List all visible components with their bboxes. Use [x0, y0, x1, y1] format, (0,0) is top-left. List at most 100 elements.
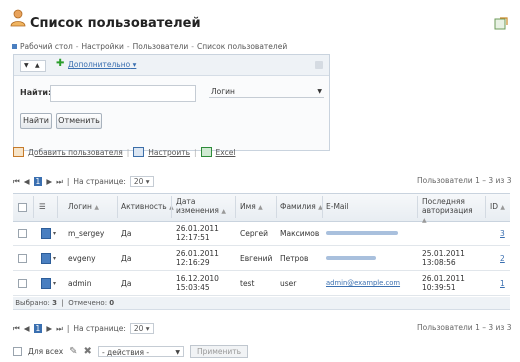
select-all-checkbox[interactable] — [18, 203, 27, 212]
edit-icon[interactable]: ✎ — [69, 346, 77, 357]
row-checkbox[interactable] — [18, 254, 27, 263]
cell-id[interactable]: 2 — [500, 254, 505, 263]
cell-id[interactable]: 1 — [500, 279, 505, 288]
column-active[interactable]: Активность ▲ — [121, 202, 174, 212]
column-surname[interactable]: Фамилия ▲ — [280, 202, 323, 212]
cell-login: admin — [68, 279, 92, 288]
breadcrumb-item: Список пользователей — [196, 42, 288, 51]
pager-top: ⏮ ◀ 1 ▶ ⏭ | На странице: 20 ▾ — [13, 176, 154, 187]
table-row[interactable]: ▾ evgeny Да 26.01.2011 12:16:29 Евгений … — [13, 246, 510, 271]
cell-active: Да — [121, 254, 132, 263]
column-name[interactable]: Имя ▲ — [240, 202, 263, 212]
cell-login: evgeny — [68, 254, 96, 263]
breadcrumb-item[interactable]: Пользователи — [133, 42, 189, 51]
cell-last-auth: 25.01.2011 13:08:56 — [422, 249, 465, 267]
breadcrumb-icon — [12, 44, 17, 49]
find-button[interactable]: Найти — [20, 113, 52, 129]
cell-login: m_sergey — [68, 229, 105, 238]
cell-id[interactable]: 3 — [500, 229, 505, 238]
user-icon — [41, 253, 51, 264]
extra-filter-link[interactable]: Дополнительно ▾ — [68, 60, 136, 69]
plus-icon[interactable]: ✚ — [56, 59, 64, 69]
per-page-select[interactable]: 20 ▾ — [129, 176, 154, 187]
excel-icon — [200, 147, 212, 157]
pager-info: Пользователи 1 – 3 из 3 — [417, 323, 512, 332]
chevron-down-icon: ▼ — [24, 62, 29, 69]
cell-email-redacted — [326, 256, 376, 260]
cell-email[interactable]: admin@example.com — [326, 279, 400, 288]
breadcrumb-item[interactable]: Настройки — [82, 42, 124, 51]
cell-name: test — [240, 279, 255, 288]
cell-active: Да — [121, 229, 132, 238]
selection-summary: Выбрано: 3 | Отмечено: 0 — [13, 297, 510, 310]
export-icon[interactable] — [494, 16, 508, 30]
next-page-icon[interactable]: ▶ — [46, 324, 52, 333]
row-menu-icon[interactable]: ▾ — [53, 255, 56, 262]
add-user-button[interactable]: Добавить пользователя — [28, 148, 123, 157]
user-icon — [41, 228, 51, 239]
last-page-icon[interactable]: ⏭ — [56, 177, 63, 187]
cell-surname: Петров — [280, 254, 309, 263]
breadcrumb-item[interactable]: Рабочий стол — [20, 42, 73, 51]
action-bar: Добавить пользователя | Настроить | Exce… — [13, 147, 235, 157]
page-title: Список пользователей — [30, 16, 201, 31]
for-all-checkbox[interactable] — [13, 346, 22, 356]
per-page-select[interactable]: 20 ▾ — [129, 323, 154, 334]
last-page-icon[interactable]: ⏭ — [56, 324, 63, 334]
row-menu-icon[interactable]: ▾ — [53, 230, 56, 237]
chevron-down-icon: ▼ — [175, 348, 180, 356]
cell-name: Евгений — [240, 254, 273, 263]
table-row[interactable]: ▾ m_sergey Да 26.01.2011 12:17:51 Сергей… — [13, 221, 510, 246]
per-page-label: На странице: — [73, 324, 126, 333]
page-number[interactable]: 1 — [33, 324, 43, 333]
chevron-up-icon: ▲ — [35, 62, 40, 69]
first-page-icon[interactable]: ⏮ — [13, 177, 20, 187]
cell-active: Да — [121, 279, 132, 288]
cell-email-redacted — [326, 231, 398, 235]
per-page-label: На странице: — [73, 177, 126, 186]
column-login[interactable]: Логин ▲ — [68, 202, 99, 212]
excel-button[interactable]: Excel — [216, 148, 236, 157]
for-all-label: Для всех — [28, 346, 64, 356]
filter-panel: ▼ ▲ ✚ Дополнительно ▾ Найти: Логин ▼ Най… — [13, 54, 330, 151]
delete-icon[interactable]: ✖ — [84, 346, 92, 357]
apply-button[interactable]: Применить — [189, 344, 249, 358]
selected-label: Выбрано: — [15, 299, 50, 307]
grid-header: ☰ Логин ▲ Активность ▲ Дата изменения ▲ … — [13, 193, 510, 224]
cell-last-auth: 26.01.2011 10:39:51 — [422, 274, 465, 292]
menu-icon[interactable]: ☰ — [39, 202, 46, 211]
column-email[interactable]: E-Mail — [326, 202, 349, 211]
checked-count: 0 — [109, 299, 115, 307]
group-action-select[interactable]: - действия - ▼ — [97, 345, 184, 357]
row-checkbox[interactable] — [18, 229, 27, 238]
chevron-down-icon: ▼ — [317, 88, 322, 95]
checked-label: Отмечено: — [68, 299, 108, 307]
first-page-icon[interactable]: ⏮ — [13, 324, 20, 334]
user-icon — [41, 278, 51, 289]
page-number[interactable]: 1 — [33, 177, 43, 186]
prev-page-icon[interactable]: ◀ — [24, 324, 30, 333]
row-checkbox[interactable] — [18, 279, 27, 288]
cell-date-changed: 26.01.2011 12:16:29 — [176, 249, 219, 267]
filter-presets-dropdown[interactable]: ▼ ▲ — [20, 60, 46, 72]
find-input[interactable] — [50, 85, 196, 102]
cell-date-changed: 16.12.2010 15:03:45 — [176, 274, 219, 292]
column-id[interactable]: ID ▲ — [490, 202, 505, 212]
breadcrumb: Рабочий стол - Настройки - Пользователи … — [12, 42, 287, 51]
next-page-icon[interactable]: ▶ — [46, 177, 52, 186]
users-icon — [10, 9, 26, 27]
close-icon[interactable] — [315, 61, 323, 69]
pager-bottom: ⏮ ◀ 1 ▶ ⏭ | На странице: 20 ▾ — [13, 323, 154, 334]
cell-surname: Максимов — [280, 229, 320, 238]
add-user-icon — [13, 147, 24, 157]
column-date-changed[interactable]: Дата изменения ▲ — [176, 197, 226, 216]
find-field-select[interactable]: Логин ▼ — [209, 85, 324, 98]
cancel-button[interactable]: Отменить — [56, 113, 102, 129]
row-menu-icon[interactable]: ▾ — [53, 280, 56, 287]
configure-button[interactable]: Настроить — [148, 148, 190, 157]
settings-icon — [133, 147, 145, 157]
pager-info: Пользователи 1 – 3 из 3 — [417, 176, 512, 185]
find-label: Найти: — [20, 88, 52, 97]
table-row[interactable]: ▾ admin Да 16.12.2010 15:03:45 test user… — [13, 271, 510, 296]
prev-page-icon[interactable]: ◀ — [24, 177, 30, 186]
